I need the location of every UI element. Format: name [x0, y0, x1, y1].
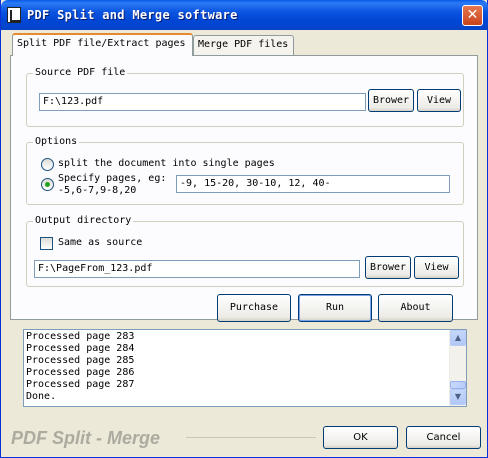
- log-lines: Processed page 283 Processed page 284 Pr…: [26, 331, 134, 403]
- log-line: Processed page 286: [26, 367, 135, 378]
- source-view-label: View: [426, 95, 452, 106]
- source-browse-button[interactable]: Brower: [368, 89, 414, 112]
- output-view-button[interactable]: View: [414, 256, 459, 279]
- run-button[interactable]: Run: [298, 294, 372, 322]
- tab-split-pdf-label: Split PDF file/Extract pages: [17, 38, 186, 49]
- tab-merge-pdf-label: Merge PDF files: [198, 39, 289, 50]
- tab-split-pdf[interactable]: Split PDF file/Extract pages: [12, 33, 193, 56]
- scroll-down-button[interactable]: ▼: [450, 389, 466, 405]
- specify-pages-label[interactable]: Specify pages, eg:: [58, 173, 166, 184]
- source-view-button[interactable]: View: [417, 89, 461, 112]
- same-as-source-label[interactable]: Same as source: [58, 237, 142, 248]
- output-path-input[interactable]: F:\PageFrom_123.pdf: [34, 260, 360, 278]
- options-group-label: Options: [33, 136, 80, 147]
- same-as-source-checkbox[interactable]: [40, 237, 53, 250]
- pages-input[interactable]: -9, 15-20, 30-10, 12, 40-: [176, 175, 450, 193]
- output-browse-label: Brower: [369, 262, 407, 273]
- window-title: PDF Split and Merge software: [27, 8, 238, 22]
- log-line: Processed page 287: [26, 379, 135, 390]
- about-label: About: [400, 302, 431, 313]
- log-line: Processed page 285: [26, 355, 135, 366]
- app-window: PDF Split and Merge software ✕ Split PDF…: [0, 0, 488, 458]
- log-line: Processed page 284: [26, 343, 135, 354]
- ok-button[interactable]: OK: [323, 426, 398, 449]
- output-browse-button[interactable]: Brower: [365, 256, 411, 279]
- specify-pages-example: -5,6-7,9-8,20: [58, 185, 137, 196]
- cancel-button[interactable]: Cancel: [406, 426, 481, 449]
- ok-label: OK: [353, 432, 368, 443]
- purchase-label: Purchase: [229, 302, 279, 313]
- cancel-label: Cancel: [426, 432, 461, 443]
- single-pages-radio[interactable]: [41, 158, 54, 171]
- single-pages-label[interactable]: split the document into single pages: [58, 158, 275, 169]
- log-scrollbar[interactable]: ▲ ▼: [449, 330, 466, 406]
- source-path-input[interactable]: F:\123.pdf: [39, 93, 366, 111]
- specify-pages-radio[interactable]: [41, 178, 54, 191]
- close-icon: ✕: [466, 7, 479, 23]
- purchase-button[interactable]: Purchase: [217, 294, 291, 322]
- source-browse-label: Brower: [372, 95, 410, 106]
- log-output[interactable]: Processed page 283 Processed page 284 Pr…: [23, 329, 467, 407]
- scroll-up-button[interactable]: ▲: [450, 330, 466, 346]
- log-line: Done.: [26, 391, 57, 402]
- scroll-thumb[interactable]: [450, 381, 466, 389]
- app-document-icon: [7, 7, 21, 23]
- title-bar[interactable]: PDF Split and Merge software ✕: [1, 0, 488, 30]
- log-line: Processed page 283: [26, 331, 135, 342]
- chevron-down-icon: ▼: [454, 392, 462, 401]
- run-label: Run: [325, 302, 345, 313]
- chevron-up-icon: ▲: [454, 333, 462, 342]
- output-view-label: View: [424, 262, 449, 273]
- source-pdf-group-label: Source PDF file: [33, 67, 128, 78]
- tab-merge-pdf[interactable]: Merge PDF files: [193, 35, 294, 56]
- close-button[interactable]: ✕: [462, 5, 483, 26]
- brand-text: PDF Split - Merge: [11, 428, 161, 448]
- footer-divider: [186, 437, 316, 438]
- output-directory-group-label: Output directory: [33, 215, 134, 226]
- about-button[interactable]: About: [378, 294, 453, 322]
